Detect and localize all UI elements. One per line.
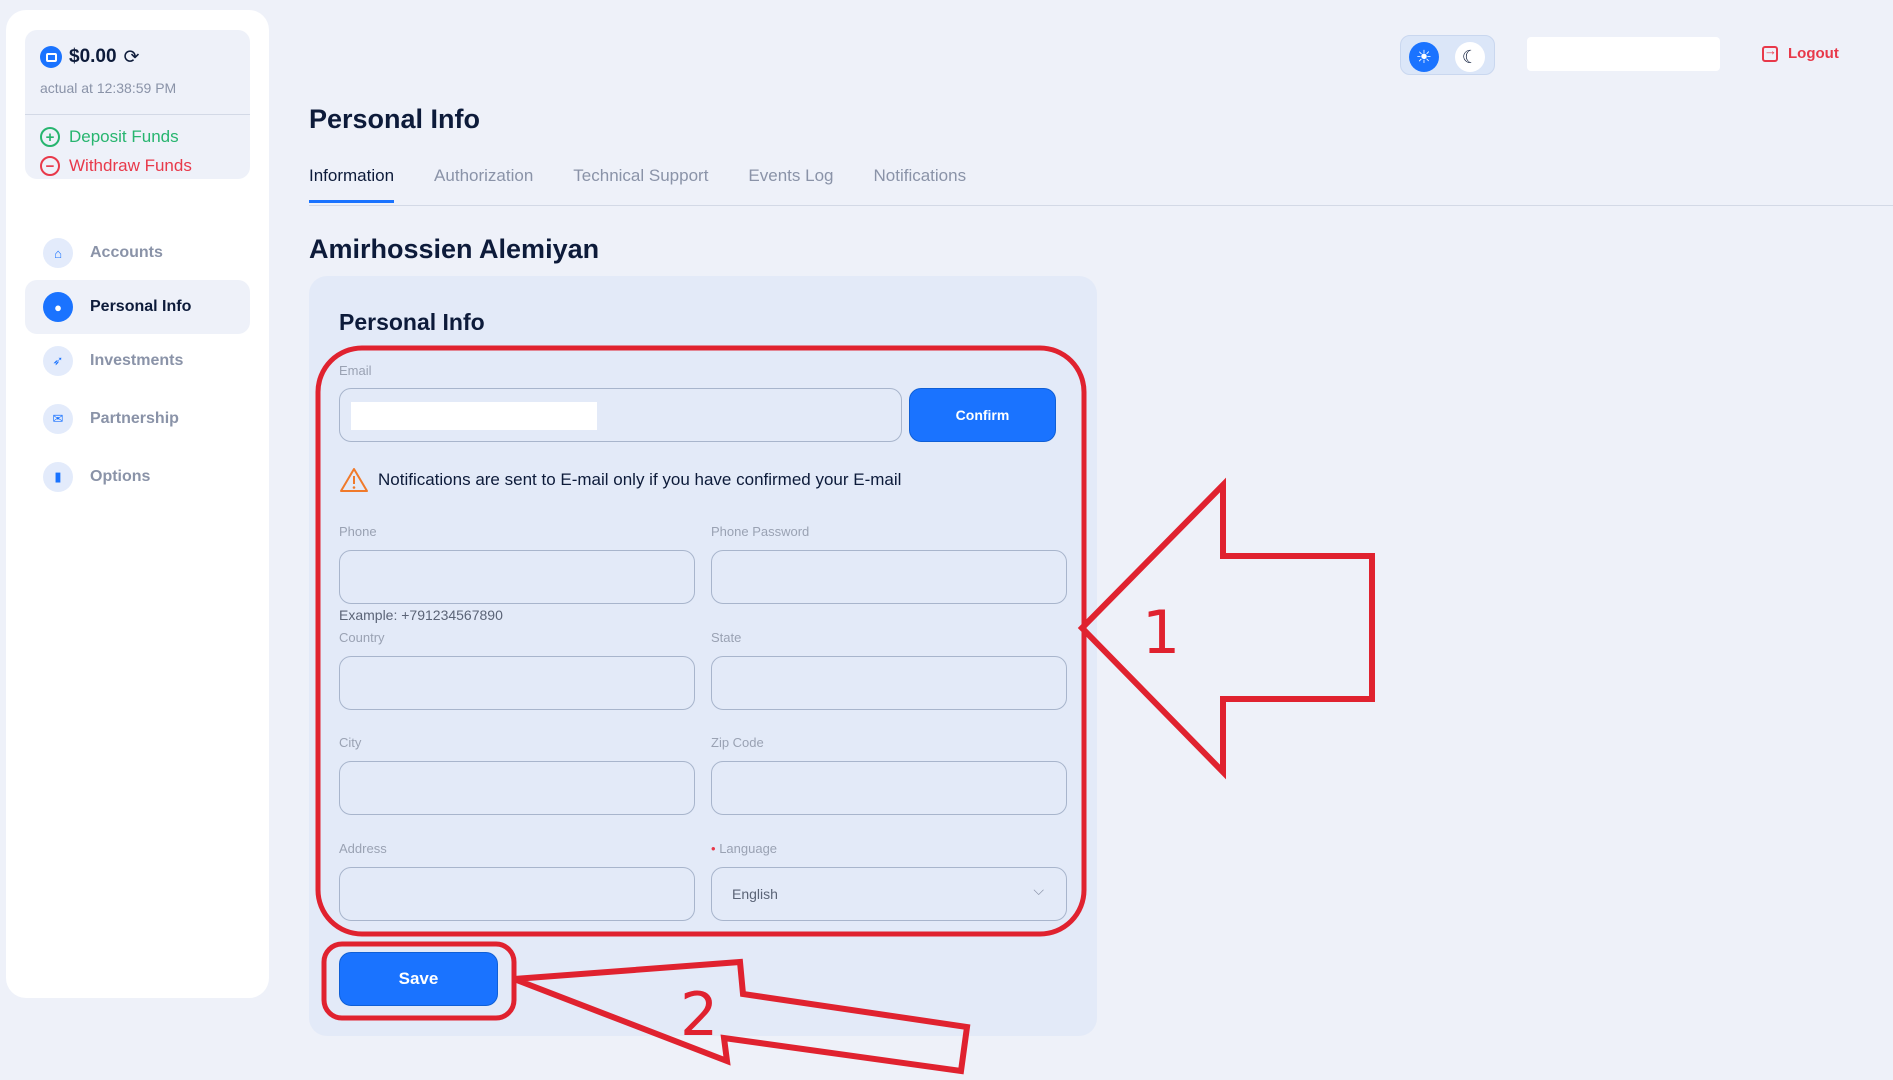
language-select[interactable]: English ⌵ xyxy=(711,867,1067,921)
sidebar-item-accounts[interactable]: ⌂ Accounts xyxy=(25,226,250,280)
divider xyxy=(25,114,250,115)
email-notice: Notifications are sent to E-mail only if… xyxy=(339,467,901,493)
balance-timestamp: actual at 12:38:59 PM xyxy=(40,80,177,96)
city-field[interactable] xyxy=(339,761,695,815)
refresh-icon[interactable]: ⟳ xyxy=(124,48,140,67)
balance-card: $0.00 ⟳ actual at 12:38:59 PM + Deposit … xyxy=(25,30,250,179)
tab-authorization[interactable]: Authorization xyxy=(434,166,533,203)
phone-field[interactable] xyxy=(339,550,695,604)
phone-password-label: Phone Password xyxy=(711,524,810,539)
theme-toggle: ☀ ☾ xyxy=(1400,35,1495,75)
withdraw-funds-link[interactable]: − Withdraw Funds xyxy=(40,156,192,176)
sun-icon[interactable]: ☀ xyxy=(1409,42,1439,72)
sidebar-item-label: Partnership xyxy=(90,410,179,427)
zip-code-field[interactable] xyxy=(711,761,1067,815)
logout-icon xyxy=(1762,43,1778,62)
balance-amount: $0.00 xyxy=(69,46,117,67)
email-label: Email xyxy=(339,363,372,378)
bar-chart-icon: ▮ xyxy=(43,462,73,492)
warning-icon xyxy=(340,468,368,492)
user-icon: ● xyxy=(43,292,73,322)
language-label: • Language xyxy=(711,841,777,856)
zip-code-label: Zip Code xyxy=(711,735,764,750)
required-mark: • xyxy=(711,841,716,856)
country-field[interactable] xyxy=(339,656,695,710)
annotation-label-1: 1 xyxy=(1142,598,1181,668)
logout-button[interactable]: Logout xyxy=(1762,43,1839,62)
language-label-text: Language xyxy=(719,841,778,856)
rocket-icon: ➶ xyxy=(43,346,73,376)
city-label: City xyxy=(339,735,362,750)
annotation-label-2: 2 xyxy=(680,980,719,1050)
plus-circle-icon: + xyxy=(40,127,60,147)
sidebar: $0.00 ⟳ actual at 12:38:59 PM + Deposit … xyxy=(6,10,269,998)
tab-bar: Information Authorization Technical Supp… xyxy=(309,166,966,203)
phone-example: Example: +791234567890 xyxy=(339,607,503,623)
state-field[interactable] xyxy=(711,656,1067,710)
personal-info-card: Personal Info Email Confirm Notification… xyxy=(309,276,1097,1036)
sidebar-item-investments[interactable]: ➶ Investments xyxy=(25,334,250,388)
home-icon: ⌂ xyxy=(43,238,73,268)
arrow-1-icon xyxy=(1077,477,1375,780)
logout-label: Logout xyxy=(1788,45,1839,62)
deposit-funds-link[interactable]: + Deposit Funds xyxy=(40,127,179,147)
wallet-icon xyxy=(40,46,62,68)
user-info-box xyxy=(1527,37,1720,71)
deposit-funds-label: Deposit Funds xyxy=(69,127,179,146)
minus-circle-icon: − xyxy=(40,156,60,176)
language-value: English xyxy=(732,886,778,902)
address-label: Address xyxy=(339,841,387,856)
sidebar-item-label: Personal Info xyxy=(90,298,192,315)
sidebar-item-label: Accounts xyxy=(90,244,163,261)
state-label: State xyxy=(711,630,742,645)
tabs-divider xyxy=(309,205,1893,206)
tab-technical-support[interactable]: Technical Support xyxy=(573,166,708,203)
user-name: Amirhossien Alemiyan xyxy=(309,234,600,264)
country-label: Country xyxy=(339,630,385,645)
tab-notifications[interactable]: Notifications xyxy=(873,166,966,203)
save-button[interactable]: Save xyxy=(339,952,498,1006)
card-title: Personal Info xyxy=(339,309,485,335)
email-value xyxy=(351,402,597,430)
phone-password-field[interactable] xyxy=(711,550,1067,604)
email-field[interactable] xyxy=(339,388,902,442)
address-field[interactable] xyxy=(339,867,695,921)
confirm-button[interactable]: Confirm xyxy=(909,388,1056,442)
withdraw-funds-label: Withdraw Funds xyxy=(69,156,192,175)
sidebar-item-options[interactable]: ▮ Options xyxy=(25,450,250,504)
page-title: Personal Info xyxy=(309,104,481,134)
balance-row: $0.00 ⟳ xyxy=(40,46,139,68)
envelope-icon: ✉ xyxy=(43,404,73,434)
notice-text: Notifications are sent to E-mail only if… xyxy=(378,470,902,489)
tab-events-log[interactable]: Events Log xyxy=(748,166,833,203)
tab-information[interactable]: Information xyxy=(309,166,395,203)
chevron-down-icon: ⌵ xyxy=(1033,882,1044,898)
sidebar-item-label: Options xyxy=(90,468,151,485)
sidebar-item-label: Investments xyxy=(90,352,184,369)
sidebar-item-partnership[interactable]: ✉ Partnership xyxy=(25,392,250,446)
sidebar-item-personal-info[interactable]: ● Personal Info xyxy=(25,280,250,334)
moon-icon[interactable]: ☾ xyxy=(1455,42,1485,72)
phone-label: Phone xyxy=(339,524,377,539)
